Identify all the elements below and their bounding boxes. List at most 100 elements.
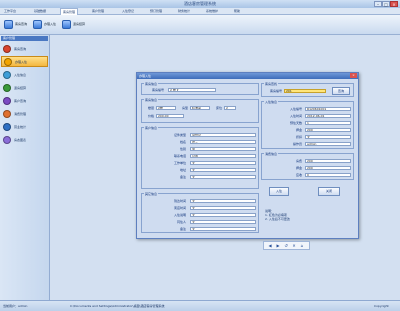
home-icon[interactable]: ⌂ — [299, 243, 305, 248]
tab-customer-mgmt[interactable]: 客户管理 — [90, 8, 106, 14]
guest-info-group: 客户信息 证件类型 身份证 姓名 张三 性别 男 联系电话 138 工作单位 无… — [141, 126, 259, 189]
checkin-field[interactable]: R120601001 — [305, 107, 351, 111]
bed-field[interactable]: 2 — [224, 106, 236, 110]
tab-checkin[interactable]: 入住登记 — [120, 8, 136, 14]
toolbar-room-query-button[interactable]: 客房查询 — [4, 17, 27, 31]
room-type-field[interactable]: 标准间 — [190, 106, 210, 110]
checkin-field[interactable]: 1 — [305, 121, 351, 125]
guest-label: 工作单位 — [173, 161, 186, 165]
dialog-note: 说明： 1. 红色为必填项 2. 入住后不可更改 — [265, 209, 290, 221]
toolbar-checkout-button[interactable]: 退房结算 — [62, 17, 85, 31]
sidebar-item-checkout[interactable]: 退房结算 — [1, 82, 48, 93]
status-bar: 当前用户：admin C:\Documents and Settings\Adm… — [0, 300, 400, 311]
other-label: 入住说明 — [173, 213, 186, 217]
group-title: 客房信息 — [144, 82, 159, 86]
tab-basic-data[interactable]: 基础数据 — [32, 8, 48, 14]
window-title: 酒店客房管理系统 — [184, 1, 216, 6]
cost-label: 房费 — [295, 159, 302, 163]
next-icon[interactable]: ▶ — [275, 243, 281, 248]
guest-field[interactable]: 张三 — [190, 140, 256, 144]
sidebar-item-icon — [3, 109, 11, 118]
prev-icon[interactable]: ◀ — [267, 243, 273, 248]
search-room-input[interactable]: 201 — [284, 89, 326, 93]
price-field[interactable]: 200.00 — [156, 114, 184, 118]
cost-label: 押金 — [295, 166, 302, 170]
sidebar-item-label: 退房结算 — [14, 85, 27, 90]
checkin-label: 折扣 — [295, 135, 302, 139]
guest-field[interactable]: 无 — [190, 175, 256, 179]
cost-field[interactable]: 200 — [305, 159, 351, 163]
close-icon[interactable]: ✕ — [291, 243, 297, 248]
other-field[interactable]: 无 — [190, 220, 256, 224]
guest-field[interactable]: 无 — [190, 161, 256, 165]
bed-label: 床位 — [215, 106, 222, 110]
checkin-ok-button[interactable]: 入住 — [269, 187, 289, 196]
sidebar-header: 客户管理 — [1, 36, 48, 41]
other-field[interactable]: 无 — [190, 206, 256, 210]
other-field[interactable]: 无 — [190, 199, 256, 203]
sidebar-item-icon — [3, 44, 11, 53]
room-group: 客房信息 客房编号 2 楼 ▾ — [141, 82, 259, 95]
sidebar-item-label: 消费管理 — [14, 111, 27, 116]
price-label: 价格 — [147, 114, 154, 118]
guest-field[interactable]: 无 — [190, 168, 256, 172]
checkin-info-group: 入住信息 入住编号 R120601001 入住时间 2012-06-01 预住天… — [261, 100, 354, 149]
tab-booking[interactable]: 预订管理 — [148, 8, 164, 14]
cost-label: 应收 — [295, 173, 302, 177]
guest-field[interactable]: 身份证 — [190, 133, 256, 137]
floor-field[interactable]: 2楼 — [156, 106, 176, 110]
tab-room-mgmt[interactable]: 客房管理 — [60, 8, 79, 15]
checkin-field[interactable]: admin — [305, 142, 351, 146]
sidebar-item-checkin-info[interactable]: 入住信息 — [1, 69, 48, 80]
dialog-title: 办理入住 — [137, 73, 358, 79]
cost-field[interactable]: 0 — [305, 173, 351, 177]
sidebar-item-label: 入住信息 — [14, 72, 27, 77]
group-title: 客房信息 — [144, 98, 159, 102]
refresh-icon[interactable]: ↺ — [283, 243, 289, 248]
checkin-label: 操作员 — [292, 142, 302, 146]
tab-workbench[interactable]: 工作平台 — [2, 8, 18, 14]
sidebar-item-icon — [3, 122, 11, 131]
checkin-field[interactable]: 200 — [305, 128, 351, 132]
tab-system[interactable]: 系统维护 — [204, 8, 220, 14]
toolbar-label: 退房结算 — [73, 22, 86, 26]
checkin-label: 入住时间 — [289, 114, 302, 118]
checkin-label: 押金 — [295, 128, 302, 132]
maximize-button[interactable]: □ — [382, 1, 390, 7]
guest-label: 证件类型 — [173, 133, 186, 137]
sidebar-item-customer-query[interactable]: 客户查询 — [1, 95, 48, 106]
sidebar-item-business-stats[interactable]: 营业统计 — [1, 121, 48, 132]
dialog-cancel-button[interactable]: 关闭 — [318, 187, 340, 196]
search-icon — [4, 19, 13, 29]
sidebar-item-icon — [3, 83, 11, 92]
guest-label: 性别 — [179, 147, 186, 151]
cost-field[interactable]: 200 — [305, 166, 351, 170]
sidebar-item-room-query[interactable]: 客房查询 — [1, 43, 48, 54]
minimize-button[interactable]: – — [374, 1, 382, 7]
guest-label: 姓名 — [179, 140, 186, 144]
toolbar-checkin-button[interactable]: 办理入住 — [33, 17, 56, 31]
tab-help[interactable]: 帮助 — [232, 8, 242, 14]
room-floor-select[interactable]: 2 楼 ▾ — [168, 88, 216, 92]
room-type-label: 房型 — [181, 106, 188, 110]
tab-finance[interactable]: 财务统计 — [176, 8, 192, 14]
guest-field[interactable]: 138 — [190, 154, 256, 158]
other-field[interactable]: 无 — [190, 227, 256, 231]
sidebar: 客户管理 客房查询 办理入住 入住信息 退房结算 客户查询 消费管理 营业统计 … — [0, 35, 50, 300]
room-search-button[interactable]: 查询 — [332, 87, 350, 95]
toolbar-label: 办理入住 — [44, 22, 57, 26]
sidebar-item-checkin[interactable]: 办理入住 — [1, 56, 48, 67]
toolbar: 客房查询 办理入住 退房结算 — [0, 15, 400, 35]
cost-info-group: 消费信息 房费 200 押金 200 应收 0 — [261, 152, 354, 180]
sidebar-item-consumption[interactable]: 消费管理 — [1, 108, 48, 119]
checkin-field[interactable]: 无 — [305, 135, 351, 139]
sidebar-item-room-chart[interactable]: 房态图表 — [1, 134, 48, 145]
group-title: 其它信息 — [144, 192, 159, 196]
dialog-close-button[interactable]: × — [350, 73, 357, 78]
close-button[interactable]: × — [390, 1, 398, 7]
sidebar-item-label: 办理入住 — [15, 59, 28, 64]
checkin-field[interactable]: 2012-06-01 — [305, 114, 351, 118]
room-search-group: 客房查找 客房编号 201 查询 — [261, 82, 354, 97]
guest-field[interactable]: 男 — [190, 147, 256, 151]
other-field[interactable]: 无 — [190, 213, 256, 217]
